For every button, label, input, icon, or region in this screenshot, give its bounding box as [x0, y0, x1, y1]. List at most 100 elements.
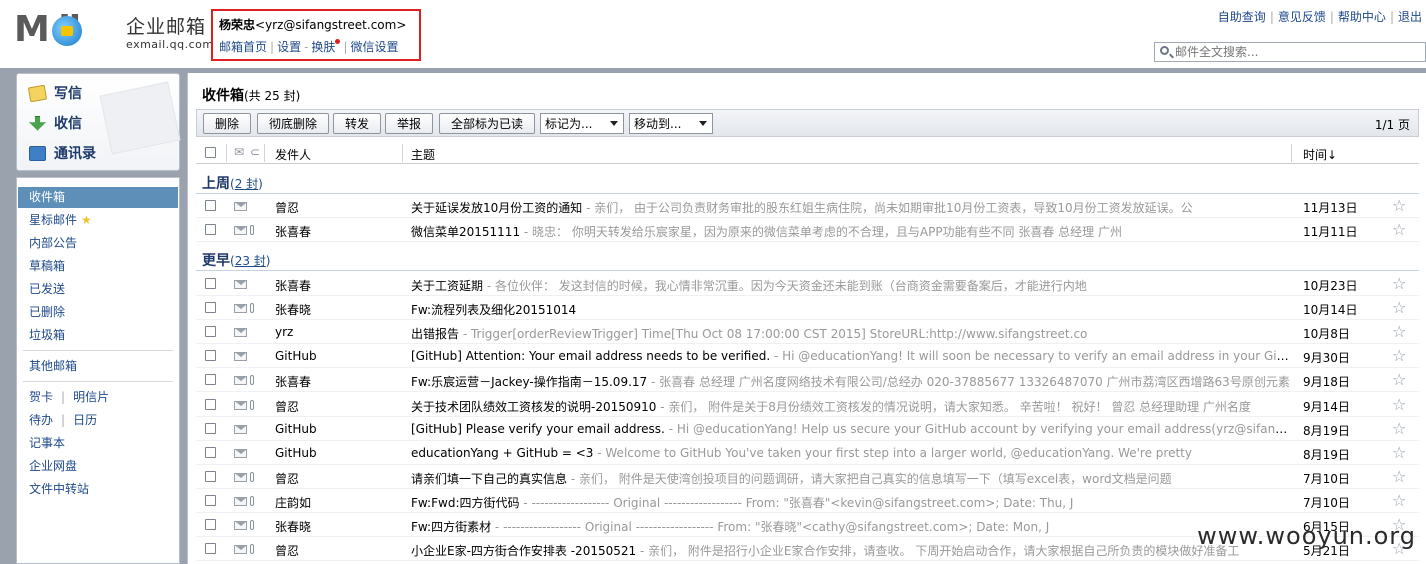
mail-sender[interactable]: 张春晓: [275, 518, 311, 535]
star-outline-icon[interactable]: ☆: [1392, 196, 1406, 215]
mailbox-home-link[interactable]: 邮箱首页: [219, 40, 267, 54]
receive-button[interactable]: 收信: [29, 113, 82, 133]
row-checkbox[interactable]: [205, 446, 216, 458]
mail-subject[interactable]: educationYang + GitHub = <3 - Welcome to…: [411, 446, 1291, 460]
select-all-checkbox[interactable]: [205, 147, 216, 158]
mail-row[interactable]: GitHub [GitHub] Please verify your email …: [196, 417, 1419, 441]
logout-link[interactable]: 退出: [1398, 10, 1422, 24]
star-outline-icon[interactable]: ☆: [1392, 419, 1406, 438]
mail-subject[interactable]: 小企业E家-四方街合作安排表 -20150521 - 亲们， 附件是招行小企业E…: [411, 542, 1291, 559]
mail-sender[interactable]: 曾忍: [275, 398, 299, 415]
help-center-link[interactable]: 帮助中心: [1338, 10, 1386, 24]
sidebar-item-inbox[interactable]: 收件箱: [18, 187, 178, 208]
mail-subject[interactable]: Fw:流程列表及细化20151014: [411, 301, 1291, 318]
subject-column-header[interactable]: 主题: [411, 146, 435, 163]
star-outline-icon[interactable]: ☆: [1392, 395, 1406, 414]
mail-sender[interactable]: 张喜春: [275, 277, 311, 294]
mail-row[interactable]: 曾忍 请亲们填一下自己的真实信息 - 亲们， 附件是天使湾创投项目的问题调研，请大…: [196, 465, 1419, 489]
mail-subject[interactable]: Fw:四方街素材 - ------------------ Original -…: [411, 518, 1291, 535]
move-to-dropdown[interactable]: 移动到...: [629, 113, 713, 134]
star-outline-icon[interactable]: ☆: [1392, 346, 1406, 365]
attachment-column-icon[interactable]: ⊂: [250, 145, 260, 159]
mail-row[interactable]: GitHub educationYang + GitHub = <3 - Welc…: [196, 441, 1419, 465]
row-checkbox[interactable]: [205, 374, 216, 386]
search-box[interactable]: [1154, 42, 1426, 62]
row-checkbox[interactable]: [205, 470, 216, 482]
row-checkbox[interactable]: [205, 350, 216, 362]
mail-subject[interactable]: 微信菜单20151111 - 晓忠： 你明天转发给乐宸家星，因为原来的微信菜单考…: [411, 223, 1291, 240]
greeting-card-link[interactable]: 贺卡: [29, 390, 53, 404]
star-outline-icon[interactable]: ☆: [1392, 370, 1406, 389]
group-count-link[interactable]: 2 封: [235, 177, 258, 191]
row-checkbox[interactable]: [205, 494, 216, 506]
star-outline-icon[interactable]: ☆: [1392, 467, 1406, 486]
sidebar-item-notes[interactable]: 记事本: [18, 433, 178, 454]
mail-row[interactable]: 曾忍 关于延误发放10月份工资的通知 - 亲们， 由于公司负责财务审批的股东红姐生…: [196, 194, 1419, 218]
row-checkbox[interactable]: [205, 224, 216, 236]
row-checkbox[interactable]: [205, 326, 216, 338]
star-outline-icon[interactable]: ☆: [1392, 220, 1406, 239]
exmail-logo[interactable]: M il 企业邮箱 exmail.qq.com: [14, 10, 213, 54]
mail-row[interactable]: yrz 出错报告 - Trigger[orderReviewTrigger] Ti…: [196, 320, 1419, 345]
row-checkbox[interactable]: [205, 302, 216, 314]
contacts-button[interactable]: 通讯录: [29, 143, 96, 163]
mail-subject[interactable]: [GitHub] Please verify your email addres…: [411, 422, 1291, 436]
postcard-link[interactable]: 明信片: [73, 390, 109, 404]
mail-subject[interactable]: Fw:乐宸运营－Jackey-操作指南－15.09.17 - 张喜春 总经理 广…: [411, 373, 1291, 390]
feedback-link[interactable]: 意见反馈: [1278, 10, 1326, 24]
mail-sender[interactable]: GitHub: [275, 349, 317, 363]
sidebar-item-drafts[interactable]: 草稿箱: [18, 256, 178, 277]
group-count[interactable]: (2 封): [230, 177, 263, 191]
mail-sender[interactable]: 曾忍: [275, 542, 299, 559]
row-checkbox[interactable]: [205, 519, 216, 530]
forward-button[interactable]: 转发: [333, 113, 381, 134]
mail-subject[interactable]: Fw:Fwd:四方街代码 - ------------------ Origin…: [411, 494, 1291, 511]
compose-button[interactable]: 写信: [27, 83, 82, 103]
mail-subject[interactable]: 关于延误发放10月份工资的通知 - 亲们， 由于公司负责财务审批的股东红姐生病住…: [411, 199, 1291, 216]
self-service-link[interactable]: 自助查询: [1218, 10, 1266, 24]
mail-sender[interactable]: 张春晓: [275, 301, 311, 318]
mail-row[interactable]: 张喜春 微信菜单20151111 - 晓忠： 你明天转发给乐宸家星，因为原来的微信…: [196, 218, 1419, 243]
star-outline-icon[interactable]: ☆: [1392, 322, 1406, 341]
sidebar-item-notice[interactable]: 内部公告: [18, 233, 178, 254]
group-count-link[interactable]: 23 封: [235, 254, 266, 268]
change-skin-link[interactable]: 换肤: [311, 40, 335, 54]
sidebar-item-file-transfer[interactable]: 文件中转站: [18, 479, 178, 500]
mail-subject[interactable]: 请亲们填一下自己的真实信息 - 亲们， 附件是天使湾创投项目的问题调研，请大家把…: [411, 470, 1291, 487]
mail-row[interactable]: 曾忍 关于技术团队绩效工资核发的说明-20150910 - 亲们， 附件是关于8月…: [196, 393, 1419, 417]
sidebar-item-other-mailbox[interactable]: 其他邮箱: [18, 356, 178, 377]
star-outline-icon[interactable]: ☆: [1392, 298, 1406, 317]
mail-sender[interactable]: yrz: [275, 325, 293, 339]
row-checkbox[interactable]: [205, 200, 216, 211]
sidebar-item-sent[interactable]: 已发送: [18, 279, 178, 300]
sender-column-header[interactable]: 发件人: [275, 146, 311, 163]
group-count[interactable]: (23 封): [230, 254, 270, 268]
sidebar-item-starred[interactable]: 星标邮件 ★: [18, 210, 178, 231]
permanent-delete-button[interactable]: 彻底删除: [257, 113, 329, 134]
mail-sender[interactable]: 庄韵如: [275, 494, 311, 511]
row-checkbox[interactable]: [205, 278, 216, 289]
mail-row[interactable]: 张喜春 关于工资延期 - 各位伙伴： 发这封信的时候，我心情非常沉重。因为今天资金…: [196, 272, 1419, 296]
mail-row[interactable]: 张喜春 Fw:乐宸运营－Jackey-操作指南－15.09.17 - 张喜春 总经…: [196, 368, 1419, 393]
report-button[interactable]: 举报: [385, 113, 433, 134]
star-outline-icon[interactable]: ☆: [1392, 443, 1406, 462]
mark-all-read-button[interactable]: 全部标为已读: [439, 113, 535, 134]
sidebar-item-deleted[interactable]: 已删除: [18, 302, 178, 323]
mail-sender[interactable]: 张喜春: [275, 223, 311, 240]
read-status-column-icon[interactable]: ✉: [234, 145, 244, 159]
mail-sender[interactable]: 曾忍: [275, 199, 299, 216]
mail-sender[interactable]: 张喜春: [275, 373, 311, 390]
mail-subject[interactable]: 出错报告 - Trigger[orderReviewTrigger] Time[…: [411, 325, 1291, 342]
star-outline-icon[interactable]: ☆: [1392, 491, 1406, 510]
star-outline-icon[interactable]: ☆: [1392, 274, 1406, 293]
mail-row[interactable]: 张春晓 Fw:流程列表及细化20151014 10月14日 ☆: [196, 296, 1419, 321]
sidebar-item-netdisk[interactable]: 企业网盘: [18, 456, 178, 477]
mail-sender[interactable]: GitHub: [275, 422, 317, 436]
calendar-link[interactable]: 日历: [73, 413, 97, 427]
mark-as-dropdown[interactable]: 标记为...: [540, 113, 624, 134]
row-checkbox[interactable]: [205, 543, 216, 555]
mail-row[interactable]: 庄韵如 Fw:Fwd:四方街代码 - ------------------ Ori…: [196, 489, 1419, 513]
search-icon[interactable]: [1160, 46, 1169, 55]
row-checkbox[interactable]: [205, 422, 216, 434]
mail-subject[interactable]: 关于技术团队绩效工资核发的说明-20150910 - 亲们， 附件是关于8月份绩…: [411, 398, 1291, 415]
